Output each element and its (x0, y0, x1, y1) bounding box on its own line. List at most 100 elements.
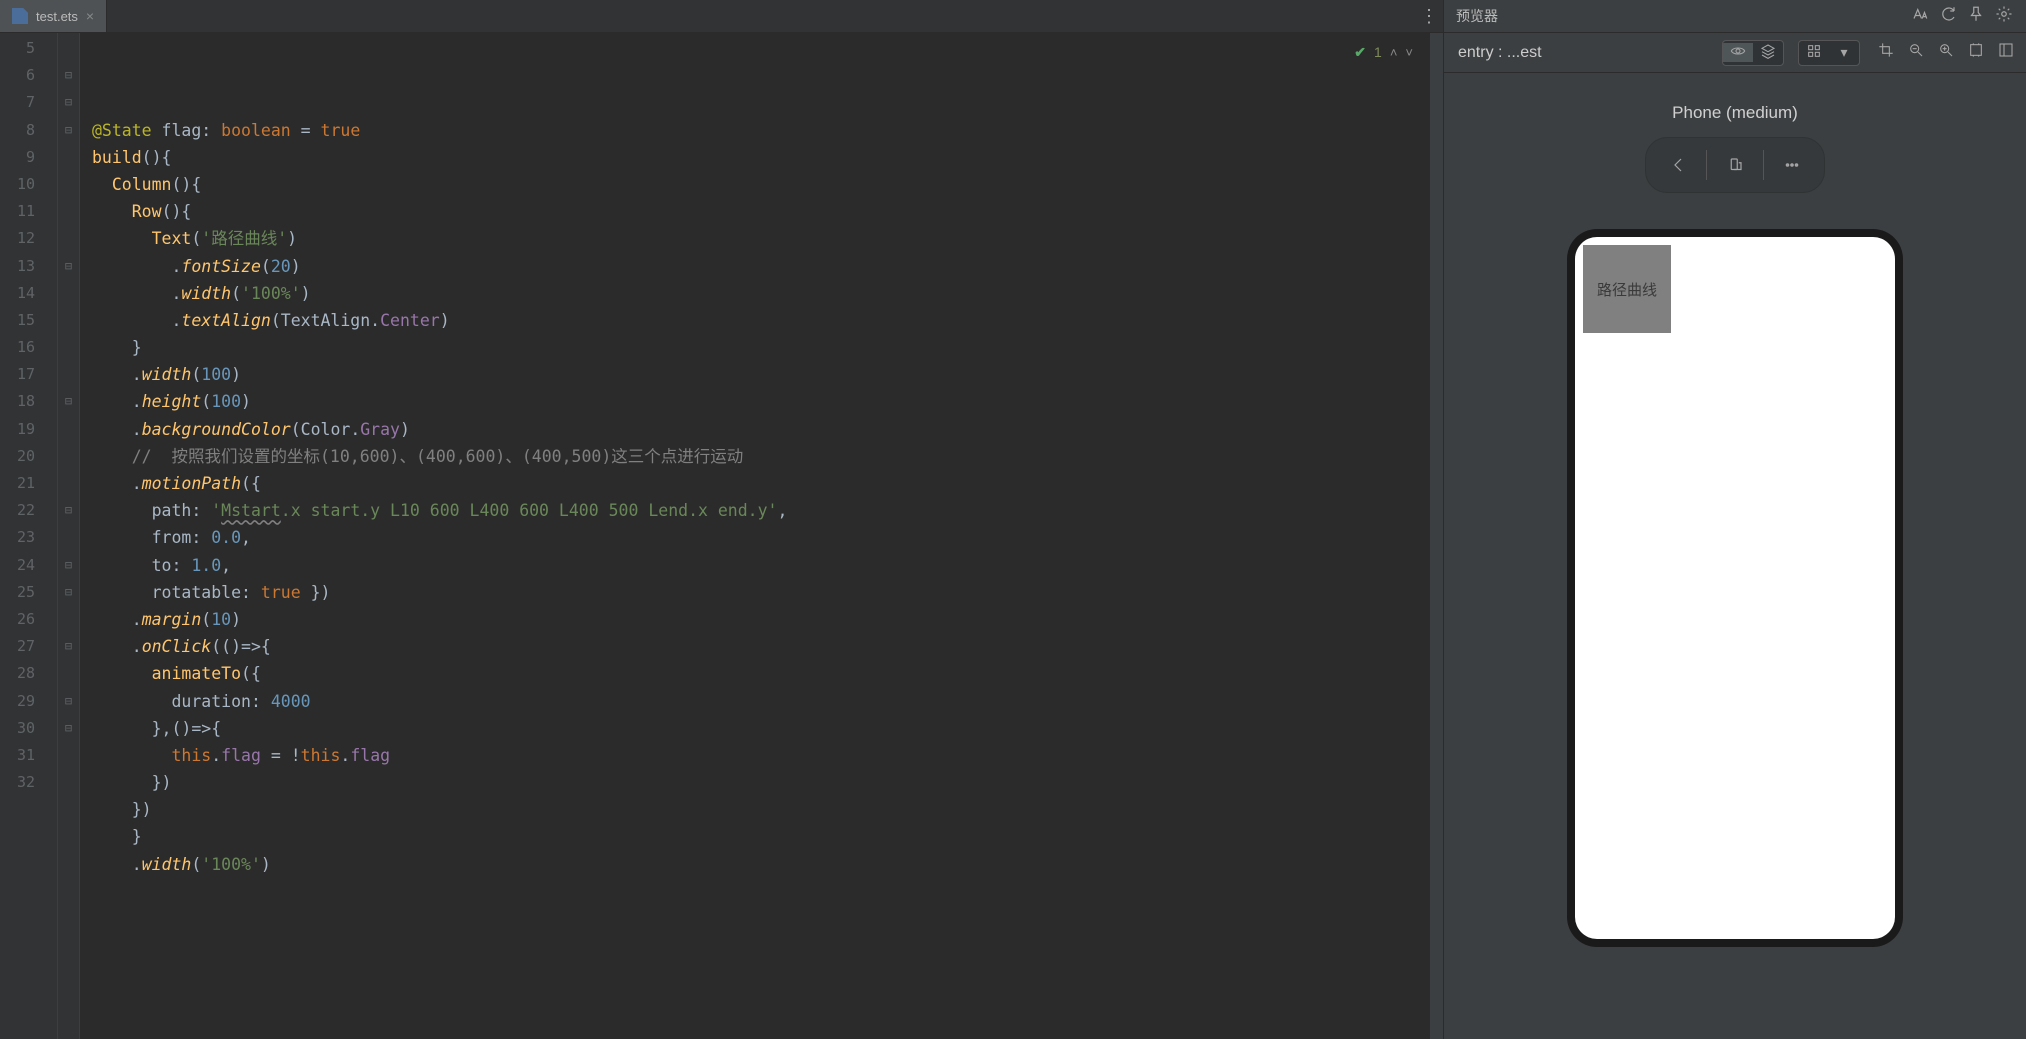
line-number[interactable]: 7 (0, 89, 35, 116)
line-number[interactable]: 19 (0, 416, 35, 443)
code-line[interactable]: animateTo({ (92, 660, 1429, 687)
code-line[interactable]: duration: 4000 (92, 688, 1429, 715)
pin-icon[interactable] (1962, 5, 1990, 28)
code-line[interactable]: .margin(10) (92, 606, 1429, 633)
device-more-icon[interactable] (1766, 144, 1818, 186)
line-number[interactable]: 31 (0, 742, 35, 769)
code-line[interactable]: } (92, 334, 1429, 361)
fold-toggle-icon[interactable]: ⊟ (58, 62, 79, 89)
fold-toggle-icon[interactable]: ⊟ (58, 497, 79, 524)
crop-icon[interactable] (1874, 42, 1898, 63)
line-number[interactable]: 30 (0, 715, 35, 742)
code-line[interactable]: rotatable: true }) (92, 579, 1429, 606)
line-number[interactable]: 27 (0, 633, 35, 660)
line-number[interactable]: 25 (0, 579, 35, 606)
line-number[interactable]: 16 (0, 334, 35, 361)
prev-highlight-icon[interactable]: ˄ (1390, 39, 1398, 66)
zoom-out-icon[interactable] (1904, 42, 1928, 63)
code-line[interactable]: .backgroundColor(Color.Gray) (92, 416, 1429, 443)
fold-toggle-icon[interactable]: ⊟ (58, 552, 79, 579)
previewer-breadcrumb[interactable]: entry : ...est (1458, 44, 1722, 62)
line-number[interactable]: 8 (0, 117, 35, 144)
code-line[interactable]: }) (92, 796, 1429, 823)
dropdown-caret-icon[interactable]: ▾ (1829, 44, 1859, 61)
line-number[interactable]: 22 (0, 497, 35, 524)
line-number[interactable]: 9 (0, 144, 35, 171)
fold-toggle-icon[interactable]: ⊟ (58, 579, 79, 606)
fold-toggle-icon[interactable]: ⊟ (58, 688, 79, 715)
line-number[interactable]: 23 (0, 524, 35, 551)
device-rotate-icon[interactable] (1709, 144, 1761, 186)
fold-toggle-icon[interactable]: ⊟ (58, 633, 79, 660)
fold-toggle-icon[interactable]: ⊟ (58, 253, 79, 280)
code-line[interactable]: .width('100%') (92, 851, 1429, 878)
phone-screen[interactable]: 路径曲线 (1575, 237, 1895, 939)
line-number[interactable]: 6 (0, 62, 35, 89)
code-line[interactable]: from: 0.0, (92, 524, 1429, 551)
code-line[interactable]: this.flag = !this.flag (92, 742, 1429, 769)
line-number-gutter[interactable]: 5678910111213141516171819202122232425262… (0, 33, 58, 1039)
code-line[interactable]: .width(100) (92, 361, 1429, 388)
code-line[interactable]: Text('路径曲线') (92, 225, 1429, 252)
code-line[interactable]: .onClick(()=>{ (92, 633, 1429, 660)
inspect-layers-icon[interactable] (1753, 43, 1783, 62)
line-number[interactable]: 15 (0, 307, 35, 334)
line-number[interactable]: 21 (0, 470, 35, 497)
next-highlight-icon[interactable]: ˅ (1405, 39, 1413, 66)
code-line[interactable]: Row(){ (92, 198, 1429, 225)
line-number[interactable]: 17 (0, 361, 35, 388)
device-back-icon[interactable] (1652, 144, 1704, 186)
inspection-count: 1 (1374, 39, 1382, 66)
code-line[interactable]: .fontSize(20) (92, 253, 1429, 280)
line-number[interactable]: 10 (0, 171, 35, 198)
fold-toggle-icon[interactable]: ⊟ (58, 388, 79, 415)
gear-icon[interactable] (1990, 5, 2018, 28)
code-line[interactable]: // 按照我们设置的坐标(10,600)、(400,600)、(400,500)… (92, 443, 1429, 470)
editor-inspection-status[interactable]: ✔ 1 ˄ ˅ (1354, 39, 1413, 66)
line-number[interactable]: 5 (0, 35, 35, 62)
line-number[interactable]: 20 (0, 443, 35, 470)
tabbar-more-icon[interactable]: ⋮ (1415, 0, 1443, 32)
line-number[interactable]: 28 (0, 660, 35, 687)
code-line[interactable]: }) (92, 769, 1429, 796)
grid-icon[interactable] (1799, 43, 1829, 62)
code-line[interactable]: Column(){ (92, 171, 1429, 198)
close-tab-icon[interactable]: × (86, 8, 94, 24)
zoom-in-icon[interactable] (1934, 42, 1958, 63)
fold-toggle-icon[interactable]: ⊟ (58, 89, 79, 116)
fold-toggle-icon[interactable]: ⊟ (58, 715, 79, 742)
fold-gutter[interactable]: ⊟⊟⊟⊟⊟⊟⊟⊟⊟⊟⊟ (58, 33, 80, 1039)
expand-icon[interactable] (1994, 42, 2018, 63)
line-number[interactable]: 13 (0, 253, 35, 280)
file-tab[interactable]: test.ets × (0, 0, 107, 32)
line-number[interactable]: 18 (0, 388, 35, 415)
code-line[interactable]: @State flag: boolean = true (92, 117, 1429, 144)
inspect-eye-icon[interactable] (1723, 43, 1753, 62)
line-number[interactable]: 24 (0, 552, 35, 579)
line-number[interactable]: 26 (0, 606, 35, 633)
line-number[interactable]: 11 (0, 198, 35, 225)
code-line[interactable]: build(){ (92, 144, 1429, 171)
code-line[interactable]: .height(100) (92, 388, 1429, 415)
line-number[interactable]: 32 (0, 769, 35, 796)
editor-vertical-scrollbar[interactable] (1429, 33, 1443, 1039)
code-line[interactable]: .textAlign(TextAlign.Center) (92, 307, 1429, 334)
code-line[interactable]: path: 'Mstart.x start.y L10 600 L400 600… (92, 497, 1429, 524)
line-number[interactable]: 12 (0, 225, 35, 252)
sample-gray-box[interactable]: 路径曲线 (1583, 245, 1671, 333)
code-line[interactable]: .width('100%') (92, 280, 1429, 307)
fold-empty (58, 307, 79, 334)
code-line[interactable]: .motionPath({ (92, 470, 1429, 497)
fit-screen-icon[interactable] (1964, 42, 1988, 63)
line-number[interactable]: 14 (0, 280, 35, 307)
font-size-icon[interactable] (1906, 5, 1934, 28)
refresh-icon[interactable] (1934, 5, 1962, 28)
code-line[interactable]: to: 1.0, (92, 552, 1429, 579)
code-area[interactable]: @State flag: boolean = truebuild(){ Colu… (80, 33, 1429, 1039)
fold-toggle-icon[interactable]: ⊟ (58, 117, 79, 144)
file-tab-label: test.ets (36, 9, 78, 24)
code-line[interactable]: },()=>{ (92, 715, 1429, 742)
line-number[interactable]: 29 (0, 688, 35, 715)
code-line[interactable]: } (92, 823, 1429, 850)
fold-empty (58, 606, 79, 633)
